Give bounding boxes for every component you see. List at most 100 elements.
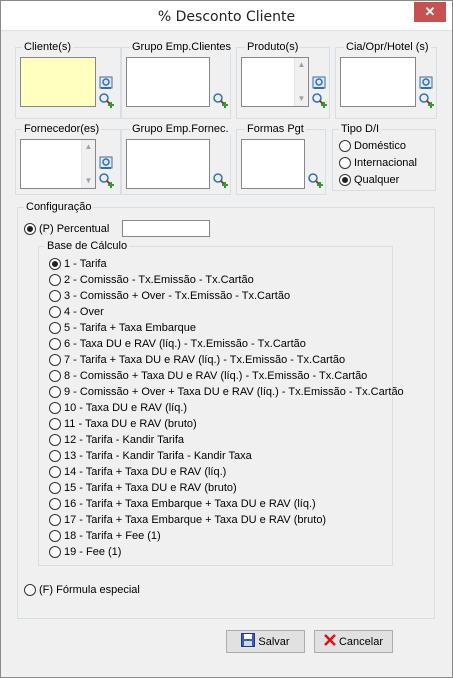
search-add-icon[interactable] bbox=[307, 172, 323, 188]
window-title: % Desconto Cliente bbox=[157, 9, 296, 25]
radio-base-option[interactable]: 10 - Taxa DU e RAV (líq.) bbox=[49, 400, 187, 416]
radio-dot[interactable] bbox=[339, 157, 351, 169]
grupo-emp-fornec-listbox[interactable] bbox=[126, 139, 210, 189]
radio-base-option[interactable]: 2 - Comissão - Tx.Emissão - Tx.Cartão bbox=[49, 272, 254, 288]
radio-dot[interactable] bbox=[49, 546, 61, 558]
percentual-input[interactable] bbox=[122, 220, 210, 237]
close-button[interactable]: ✕ bbox=[414, 2, 446, 22]
floppy-disk-icon bbox=[241, 633, 256, 650]
search-add-icon[interactable] bbox=[98, 92, 114, 108]
radio-qualquer[interactable]: Qualquer bbox=[339, 172, 399, 188]
radio-domestico[interactable]: Doméstico bbox=[339, 138, 406, 154]
search-add-icon[interactable] bbox=[311, 92, 327, 108]
radio-base-option[interactable]: 7 - Tarifa + Taxa DU e RAV (líq.) - Tx.E… bbox=[49, 352, 345, 368]
radio-label: 19 - Fee (1) bbox=[64, 546, 122, 558]
cancel-button[interactable]: Cancelar bbox=[314, 630, 393, 653]
lookup-icon[interactable] bbox=[98, 155, 114, 171]
radio-dot[interactable] bbox=[49, 338, 61, 350]
radio-dot[interactable] bbox=[49, 530, 61, 542]
fornecedores-listbox[interactable]: ▲ ▼ bbox=[20, 139, 96, 189]
radio-label: 14 - Tarifa + Taxa DU e RAV (líq.) bbox=[64, 466, 227, 478]
configuracao-label: Configuração bbox=[24, 201, 94, 213]
radio-base-option[interactable]: 4 - Over bbox=[49, 304, 104, 320]
radio-base-option[interactable]: 14 - Tarifa + Taxa DU e RAV (líq.) bbox=[49, 464, 226, 480]
radio-base-option[interactable]: 3 - Comissão + Over - Tx.Emissão - Tx.Ca… bbox=[49, 288, 290, 304]
search-add-icon[interactable] bbox=[212, 92, 228, 108]
radio-dot[interactable] bbox=[24, 584, 36, 596]
radio-dot[interactable] bbox=[49, 258, 61, 270]
radio-dot[interactable] bbox=[49, 322, 61, 334]
clientes-listbox[interactable] bbox=[20, 57, 96, 107]
radio-base-option[interactable]: 8 - Comissão + Taxa DU e RAV (líq.) - Tx… bbox=[49, 368, 367, 384]
radio-internacional[interactable]: Internacional bbox=[339, 155, 417, 171]
radio-dot[interactable] bbox=[49, 466, 61, 478]
radio-label: 12 - Tarifa - Kandir Tarifa bbox=[64, 434, 185, 446]
lookup-icon[interactable] bbox=[418, 75, 434, 91]
radio-dot[interactable] bbox=[49, 290, 61, 302]
radio-label: 9 - Comissão + Over + Taxa DU e RAV (líq… bbox=[64, 386, 404, 398]
radio-base-option[interactable]: 17 - Tarifa + Taxa Embarque + Taxa DU e … bbox=[49, 512, 326, 528]
produtos-listbox[interactable]: ▲ ▼ bbox=[241, 57, 309, 107]
radio-dot[interactable] bbox=[49, 514, 61, 526]
radio-label: 10 - Taxa DU e RAV (líq.) bbox=[64, 402, 188, 414]
cia-opr-hotel-group: Cia/Opr/Hotel (s) bbox=[335, 41, 437, 119]
radio-label: 5 - Tarifa + Taxa Embarque bbox=[64, 322, 196, 334]
radio-dot[interactable] bbox=[49, 450, 61, 462]
radio-dot[interactable] bbox=[49, 402, 61, 414]
radio-percentual[interactable]: (P) Percentual bbox=[24, 221, 109, 237]
radio-label: Doméstico bbox=[354, 140, 406, 152]
clientes-label: Cliente(s) bbox=[22, 41, 74, 53]
radio-base-option[interactable]: 5 - Tarifa + Taxa Embarque bbox=[49, 320, 196, 336]
save-button[interactable]: Salvar bbox=[226, 630, 305, 653]
grupo-emp-clientes-listbox[interactable] bbox=[126, 57, 210, 107]
radio-dot[interactable] bbox=[49, 370, 61, 382]
lookup-icon[interactable] bbox=[98, 75, 114, 91]
radio-base-option[interactable]: 19 - Fee (1) bbox=[49, 544, 121, 560]
search-add-icon[interactable] bbox=[98, 172, 114, 188]
radio-base-option[interactable]: 6 - Taxa DU e RAV (líq.) - Tx.Emissão - … bbox=[49, 336, 306, 352]
radio-base-option[interactable]: 15 - Tarifa + Taxa DU e RAV (bruto) bbox=[49, 480, 237, 496]
radio-dot[interactable] bbox=[49, 498, 61, 510]
scroll-down-icon[interactable]: ▼ bbox=[295, 92, 308, 106]
radio-base-option[interactable]: 16 - Tarifa + Taxa Embarque + Taxa DU e … bbox=[49, 496, 316, 512]
radio-dot[interactable] bbox=[49, 354, 61, 366]
radio-dot[interactable] bbox=[49, 386, 61, 398]
grupo-emp-clientes-group: Grupo Emp.Clientes bbox=[121, 41, 234, 119]
radio-base-option[interactable]: 11 - Taxa DU e RAV (bruto) bbox=[49, 416, 197, 432]
base-calculo-label: Base de Cálculo bbox=[45, 240, 130, 252]
search-add-icon[interactable] bbox=[212, 172, 228, 188]
radio-label: Qualquer bbox=[354, 174, 400, 186]
grupo-emp-clientes-label: Grupo Emp.Clientes bbox=[130, 41, 234, 53]
radio-dot[interactable] bbox=[49, 306, 61, 318]
produtos-scrollbar[interactable]: ▲ ▼ bbox=[294, 58, 308, 106]
radio-formula-especial[interactable]: (F) Fórmula especial bbox=[24, 582, 140, 598]
radio-base-option[interactable]: 18 - Tarifa + Fee (1) bbox=[49, 528, 161, 544]
scroll-up-icon[interactable]: ▲ bbox=[295, 58, 308, 72]
radio-base-option[interactable]: 9 - Comissão + Over + Taxa DU e RAV (líq… bbox=[49, 384, 404, 400]
scroll-up-icon[interactable]: ▲ bbox=[82, 140, 95, 154]
radio-dot[interactable] bbox=[339, 140, 351, 152]
search-add-icon[interactable] bbox=[418, 92, 434, 108]
radio-label: 2 - Comissão - Tx.Emissão - Tx.Cartão bbox=[64, 274, 254, 286]
radio-dot[interactable] bbox=[49, 418, 61, 430]
lookup-icon[interactable] bbox=[311, 75, 327, 91]
radio-base-option[interactable]: 12 - Tarifa - Kandir Tarifa bbox=[49, 432, 184, 448]
radio-label: 4 - Over bbox=[64, 306, 104, 318]
dialog-window: % Desconto Cliente ✕ Cliente(s) Grupo Em… bbox=[0, 0, 453, 678]
radio-dot[interactable] bbox=[49, 482, 61, 494]
radio-dot[interactable] bbox=[339, 174, 351, 186]
radio-dot[interactable] bbox=[49, 434, 61, 446]
radio-base-option[interactable]: 1 - Tarifa bbox=[49, 256, 107, 272]
fornecedores-scrollbar[interactable]: ▲ ▼ bbox=[81, 140, 95, 188]
scroll-down-icon[interactable]: ▼ bbox=[82, 174, 95, 188]
cia-opr-hotel-listbox[interactable] bbox=[340, 57, 416, 107]
grupo-emp-fornec-group: Grupo Emp.Fornec. bbox=[121, 123, 231, 195]
radio-base-option[interactable]: 13 - Tarifa - Kandir Tarifa - Kandir Tax… bbox=[49, 448, 252, 464]
radio-label: 1 - Tarifa bbox=[64, 258, 107, 270]
radio-dot[interactable] bbox=[49, 274, 61, 286]
configuracao-group: Configuração (P) Percentual Base de Cálc… bbox=[17, 201, 435, 619]
produtos-label: Produto(s) bbox=[245, 41, 301, 53]
grupo-emp-fornec-label: Grupo Emp.Fornec. bbox=[130, 123, 231, 135]
radio-dot[interactable] bbox=[24, 223, 36, 235]
formas-pgt-listbox[interactable] bbox=[241, 139, 305, 189]
